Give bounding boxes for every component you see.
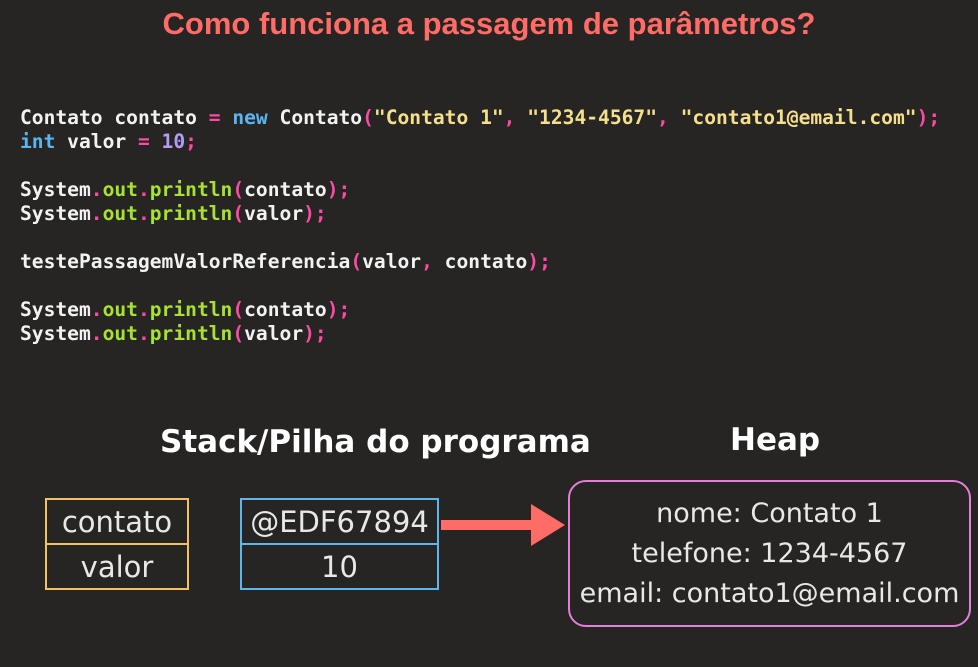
stack-var-value-contato: @EDF67894 (240, 498, 439, 545)
page-title: Como funciona a passagem de parâmetros? (162, 6, 816, 41)
reference-arrow (441, 504, 565, 546)
stack-var-name-valor: valor (45, 543, 189, 590)
stack-title: Stack/Pilha do programa (160, 424, 591, 460)
code-line-1: Contato contato = new Contato("Contato 1… (20, 106, 941, 129)
code-line-print-contato-2: System.out.println(contato); (20, 298, 351, 321)
heap-title: Heap (730, 422, 821, 458)
code-line-print-contato-1: System.out.println(contato); (20, 178, 351, 201)
heap-line-email: email: contato1@email.com (579, 577, 960, 609)
code-line-print-valor-2: System.out.println(valor); (20, 322, 327, 345)
heap-line-nome: nome: Contato 1 (656, 497, 883, 529)
arrow-head (531, 504, 565, 546)
heap-line-telefone: telefone: 1234-4567 (631, 537, 908, 569)
stack-var-value-valor: 10 (240, 543, 439, 590)
code-line-print-valor-1: System.out.println(valor); (20, 202, 327, 225)
arrow-shaft (441, 520, 535, 530)
code-block: Contato contato = new Contato("Contato 1… (20, 106, 940, 346)
stack-var-name-contato: contato (45, 498, 189, 545)
code-line-call: testePassagemValorReferencia(valor, cont… (20, 250, 551, 273)
heap-object: nome: Contato 1 telefone: 1234-4567 emai… (568, 480, 971, 627)
code-line-2: int valor = 10; (20, 130, 197, 153)
